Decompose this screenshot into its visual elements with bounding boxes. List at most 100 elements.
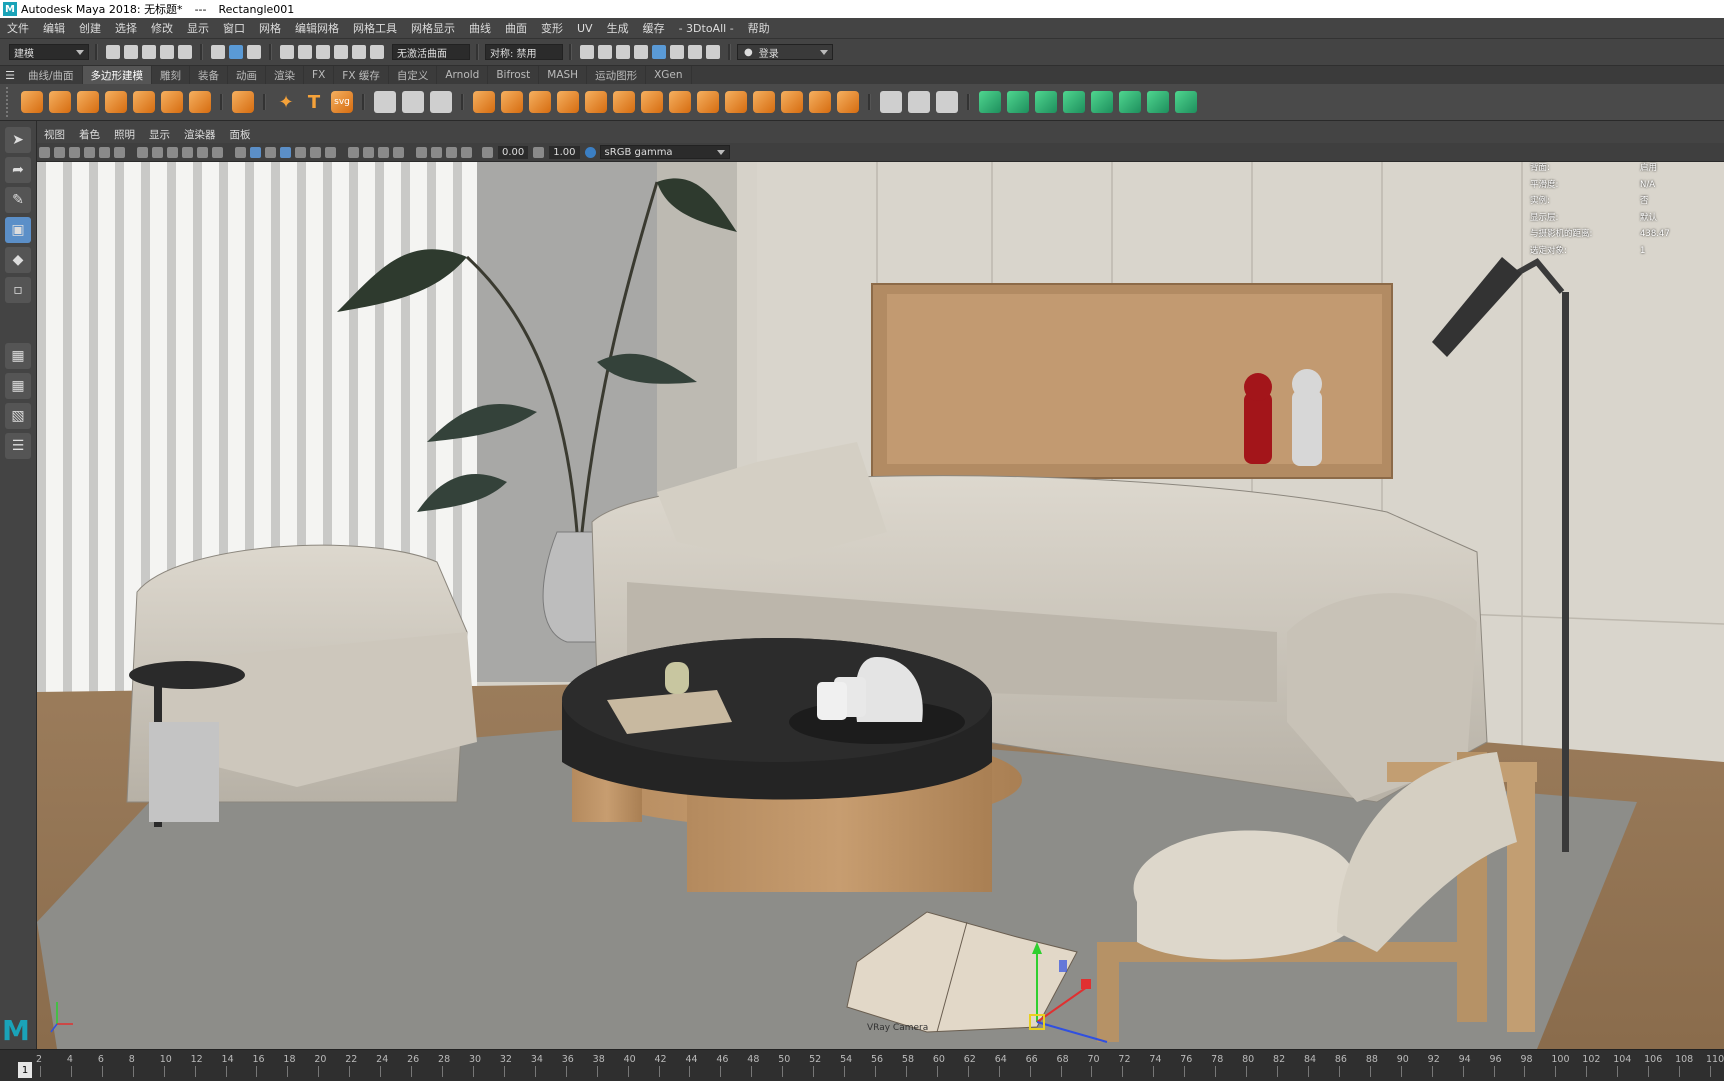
menu-item[interactable]: 编辑网格 — [295, 20, 339, 36]
open-scene-icon[interactable] — [124, 45, 138, 59]
fill-hole-icon[interactable] — [781, 91, 803, 113]
menu-item[interactable]: 显示 — [187, 20, 209, 36]
menu-item[interactable]: 生成 — [607, 20, 629, 36]
select-tool-icon[interactable]: ➤ — [5, 127, 31, 153]
panel-menu-item[interactable]: 显示 — [149, 127, 170, 142]
camera-attributes-icon[interactable] — [54, 146, 65, 158]
sew-uv-icon[interactable] — [1175, 91, 1197, 113]
menu-item[interactable]: - 3DtoAll - — [679, 22, 734, 35]
exposure-field[interactable]: 0.00 — [498, 145, 529, 159]
four-view-layout-icon[interactable]: ▦ — [5, 373, 31, 399]
gamma-field[interactable]: 1.00 — [549, 145, 580, 159]
toggle-icon[interactable] — [688, 45, 702, 59]
select-component-icon[interactable] — [247, 45, 261, 59]
poly-cube-icon[interactable] — [49, 91, 71, 113]
reduce-icon[interactable] — [613, 91, 635, 113]
film-gate-icon[interactable] — [152, 146, 163, 158]
current-frame-marker[interactable]: 1 — [18, 1062, 32, 1078]
poly-sphere-icon[interactable] — [21, 91, 43, 113]
smooth-shade-icon[interactable] — [250, 146, 261, 158]
two-d-pan-zoom-icon[interactable] — [99, 146, 110, 158]
rotate-tool-icon[interactable]: ◆ — [5, 247, 31, 273]
render-view-icon[interactable] — [670, 45, 684, 59]
shelf-tab[interactable]: Bifrost — [488, 66, 540, 84]
login-dropdown[interactable]: ● 登录 — [737, 44, 833, 60]
cylindrical-map-icon[interactable] — [1035, 91, 1057, 113]
textured-icon[interactable] — [295, 146, 306, 158]
boolean-union-icon[interactable] — [557, 91, 579, 113]
time-slider[interactable]: 1 2 4 6 8 10 12 14 16 18 20 22 24 26 28 30 32 34 36 38 40 42… — [0, 1049, 1724, 1081]
wireframe-on-shaded-icon[interactable] — [280, 146, 291, 158]
outliner-layout-icon[interactable]: ☰ — [5, 433, 31, 459]
pause-icon[interactable] — [706, 45, 720, 59]
grease-pencil-icon[interactable] — [114, 146, 125, 158]
new-scene-icon[interactable] — [106, 45, 120, 59]
multi-cut-icon[interactable] — [880, 91, 902, 113]
separate-icon[interactable] — [501, 91, 523, 113]
connect-icon[interactable] — [936, 91, 958, 113]
wireframe-icon[interactable] — [235, 146, 246, 158]
shelf-tab[interactable]: 装备 — [190, 66, 229, 84]
poly-torus-icon[interactable] — [133, 91, 155, 113]
poly-disc-icon[interactable] — [189, 91, 211, 113]
xray-active-icon[interactable] — [461, 146, 472, 158]
shelf-grip-icon[interactable] — [6, 87, 18, 117]
menu-item[interactable]: 缓存 — [643, 20, 665, 36]
menu-item[interactable]: 网格 — [259, 20, 281, 36]
shelf-tab[interactable]: 运动图形 — [587, 66, 647, 84]
panel-menu-item[interactable]: 照明 — [114, 127, 135, 142]
isolate-select-icon[interactable] — [416, 146, 427, 158]
move-tool-icon[interactable]: ▫ — [5, 277, 31, 303]
shelf-tab[interactable]: 自定义 — [389, 66, 438, 84]
select-hierarchy-icon[interactable] — [211, 45, 225, 59]
shelf-tab[interactable]: XGen — [646, 66, 692, 84]
shelf-tab[interactable]: 动画 — [228, 66, 267, 84]
render-frame-icon[interactable] — [580, 45, 594, 59]
select-camera-icon[interactable] — [39, 146, 50, 158]
layout-uv-icon[interactable] — [1119, 91, 1141, 113]
shelf-tab[interactable]: FX — [304, 66, 335, 84]
two-pane-layout-icon[interactable]: ▧ — [5, 403, 31, 429]
append-polygon-icon[interactable] — [753, 91, 775, 113]
lasso-tool-icon[interactable]: ➦ — [5, 157, 31, 183]
target-weld-icon[interactable] — [908, 91, 930, 113]
image-plane-icon[interactable] — [84, 146, 95, 158]
hypershade-icon[interactable] — [634, 45, 648, 59]
gate-mask-icon[interactable] — [182, 146, 193, 158]
bevel-icon[interactable] — [669, 91, 691, 113]
bridge-icon[interactable] — [697, 91, 719, 113]
symmetry-dropdown[interactable]: 对称: 禁用 — [485, 44, 563, 60]
perspective-viewport[interactable]: VRay Camera — [37, 162, 1724, 1049]
menu-item[interactable]: 编辑 — [43, 20, 65, 36]
menu-item[interactable]: 文件 — [7, 20, 29, 36]
undo-icon[interactable] — [160, 45, 174, 59]
shelf-tab[interactable]: FX 缓存 — [334, 66, 389, 84]
menu-item[interactable]: 修改 — [151, 20, 173, 36]
panel-menu-item[interactable]: 视图 — [44, 127, 65, 142]
planar-map-icon[interactable] — [1007, 91, 1029, 113]
menu-item[interactable]: 曲面 — [505, 20, 527, 36]
mesh-info-icon[interactable] — [402, 91, 424, 113]
poly-cylinder-icon[interactable] — [77, 91, 99, 113]
panel-menu-item[interactable]: 渲染器 — [184, 127, 216, 142]
use-all-lights-icon[interactable] — [310, 146, 321, 158]
render-settings-icon[interactable] — [616, 45, 630, 59]
menu-item[interactable]: 曲线 — [469, 20, 491, 36]
cut-uv-icon[interactable] — [1147, 91, 1169, 113]
color-management-icon[interactable] — [584, 146, 596, 158]
poly-plane-icon[interactable] — [161, 91, 183, 113]
menu-item[interactable]: 网格工具 — [353, 20, 397, 36]
arnold-render-view-icon[interactable] — [652, 45, 666, 59]
menu-item[interactable]: 选择 — [115, 20, 137, 36]
resolution-gate-icon[interactable] — [167, 146, 178, 158]
snap-live-icon[interactable] — [352, 45, 366, 59]
safe-action-icon[interactable] — [212, 146, 223, 158]
snap-point-icon[interactable] — [316, 45, 330, 59]
default-material-icon[interactable] — [265, 146, 276, 158]
shelf-tab[interactable]: 渲染 — [266, 66, 305, 84]
xray-icon[interactable] — [431, 146, 442, 158]
shelf-tab[interactable]: 雕刻 — [152, 66, 191, 84]
save-scene-icon[interactable] — [142, 45, 156, 59]
paint-select-icon[interactable]: ✎ — [5, 187, 31, 213]
screen-space-ao-icon[interactable] — [348, 146, 359, 158]
